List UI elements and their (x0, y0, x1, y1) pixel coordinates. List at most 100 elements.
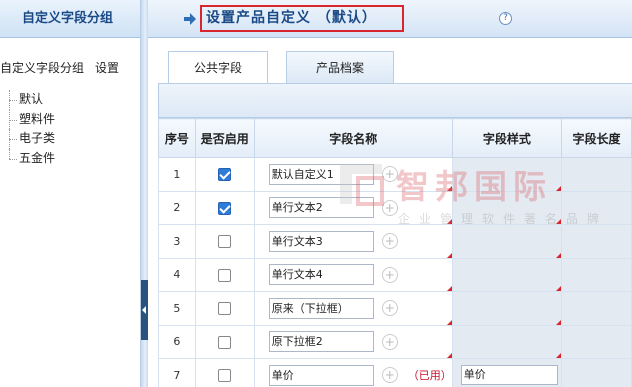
edited-marker-icon (556, 353, 562, 358)
enable-checkbox[interactable] (218, 268, 232, 282)
edited-marker-icon (446, 219, 452, 224)
row-seq: 2 (158, 190, 196, 225)
collapse-handle[interactable] (141, 280, 148, 340)
tree-root-label[interactable]: 自定义字段分组 (0, 58, 84, 78)
row-style-cell (451, 157, 563, 192)
add-circle-icon[interactable]: + (381, 199, 398, 216)
tree-item-electronic[interactable]: 电子类 (9, 129, 55, 149)
row-enabled-cell (194, 291, 255, 326)
table-header-row: 序号 是否启用 字段名称 字段样式 字段长度 (158, 118, 632, 158)
main-panel: 设置产品自定义 （默认） ? 公共字段 产品档案 序号 是否启用 字段名称 字段… (148, 0, 632, 387)
row-enabled-cell (194, 257, 255, 292)
row-seq: 5 (158, 291, 196, 326)
tab-product-archive[interactable]: 产品档案 (286, 51, 394, 83)
row-seq: 7 (158, 358, 196, 387)
enable-checkbox[interactable] (218, 201, 232, 215)
add-circle-icon[interactable]: + (381, 266, 398, 283)
row-enabled-cell (194, 358, 255, 387)
row-name-cell: 单行文本2 + (253, 190, 453, 225)
tab-public-fields[interactable]: 公共字段 (168, 51, 268, 84)
row-length-cell (561, 190, 632, 225)
field-name-input[interactable]: 单行文本4 (268, 264, 374, 286)
row-name-cell: 单行文本4 + (253, 257, 453, 292)
enable-checkbox[interactable] (218, 335, 232, 349)
field-name-input[interactable]: 原来（下拉框） (268, 297, 374, 319)
enable-checkbox[interactable] (218, 168, 232, 181)
tree-item-default[interactable]: 默认 (9, 90, 55, 110)
row-name-cell: 默认自定义1 + (253, 157, 453, 192)
tree-item-hardware[interactable]: 五金件 (9, 148, 55, 169)
table-row: 6 原下拉框2 + (158, 324, 632, 359)
row-seq: 3 (158, 224, 196, 259)
edited-marker-icon (446, 252, 452, 258)
row-enabled-cell (194, 190, 255, 225)
add-circle-icon[interactable]: + (381, 166, 398, 183)
table-row: 2 单行文本2 + (158, 190, 632, 225)
table-row: 4 单行文本4 + (158, 257, 632, 292)
row-seq: 4 (158, 257, 196, 292)
field-grid: 序号 是否启用 字段名称 字段样式 字段长度 1 默认自定义1 +2 单行文本2 +3 单… (158, 118, 632, 387)
add-circle-icon[interactable]: + (381, 367, 398, 384)
row-style-cell (451, 324, 563, 359)
tree-item-plastic[interactable]: 塑料件 (9, 109, 55, 130)
main-header: 设置产品自定义 （默认） ? (148, 0, 632, 38)
edited-marker-icon (556, 185, 562, 191)
row-style-cell (451, 190, 563, 225)
field-name-input[interactable]: 单行文本2 (268, 197, 374, 219)
row-length-cell (561, 224, 632, 259)
field-name-input[interactable]: 单价 (268, 364, 374, 386)
edited-marker-icon (446, 353, 452, 358)
row-style-cell (451, 291, 563, 326)
column-header-field-name: 字段名称 (253, 118, 453, 158)
field-name-input[interactable]: 默认自定义1 (268, 163, 374, 185)
row-name-cell: 原来（下拉框） + (253, 291, 453, 326)
row-name-cell: 原下拉框2 + (253, 324, 453, 359)
row-enabled-cell (194, 224, 255, 259)
row-name-cell: 单价 + （已用） (253, 358, 453, 387)
left-panel-title: 自定义字段分组 (0, 0, 140, 38)
edited-marker-icon (446, 286, 452, 291)
enable-checkbox[interactable] (218, 302, 232, 315)
tree-root: 自定义字段分组 设置 (0, 58, 141, 78)
grid-toolbar (158, 83, 632, 118)
column-header-enabled: 是否启用 (194, 118, 255, 158)
row-length-cell (561, 291, 632, 326)
used-label: （已用） (407, 369, 452, 383)
add-circle-icon[interactable]: + (381, 233, 398, 250)
table-row: 3 单行文本3 + (158, 224, 632, 259)
help-icon[interactable]: ? (499, 12, 512, 25)
add-circle-icon[interactable]: + (381, 333, 398, 350)
edited-marker-icon (446, 185, 452, 191)
panel-splitter[interactable] (141, 0, 148, 387)
row-seq: 1 (158, 157, 196, 192)
column-header-field-style: 字段样式 (451, 118, 563, 158)
edited-marker-icon (556, 319, 562, 325)
table-row: 5 原来（下拉框） + (158, 291, 632, 326)
row-name-cell: 单行文本3 + (253, 224, 453, 259)
edited-marker-icon (446, 319, 452, 325)
enable-checkbox[interactable] (218, 369, 232, 382)
row-enabled-cell (194, 157, 255, 192)
settings-link[interactable]: 设置 (95, 58, 119, 78)
row-length-cell (561, 257, 632, 292)
table-row: 1 默认自定义1 + (158, 157, 632, 192)
field-name-input[interactable]: 单行文本3 (268, 230, 374, 252)
field-name-input[interactable]: 原下拉框2 (268, 331, 374, 353)
field-style-input[interactable]: 单价 (460, 365, 558, 386)
edited-marker-icon (556, 286, 562, 291)
row-length-cell (561, 157, 632, 192)
group-tree: 默认 塑料件 电子类 五金件 (9, 90, 55, 168)
arrow-right-icon (184, 13, 196, 25)
row-style-cell (451, 257, 563, 292)
add-circle-icon[interactable]: + (381, 300, 398, 317)
column-header-seq: 序号 (158, 118, 196, 158)
enable-checkbox[interactable] (218, 235, 232, 248)
row-enabled-cell (194, 324, 255, 359)
table-row: 7 单价 + （已用） 单价 (158, 358, 632, 387)
row-style-cell (451, 224, 563, 259)
column-header-field-length: 字段长度 (561, 118, 632, 158)
edited-marker-icon (556, 219, 562, 224)
left-panel: 自定义字段分组 自定义字段分组 设置 默认 塑料件 电子类 五金件 (0, 0, 141, 387)
row-seq: 6 (158, 324, 196, 359)
field-table: 序号 是否启用 字段名称 字段样式 字段长度 1 默认自定义1 +2 单行文本2 +3 单… (158, 118, 632, 387)
